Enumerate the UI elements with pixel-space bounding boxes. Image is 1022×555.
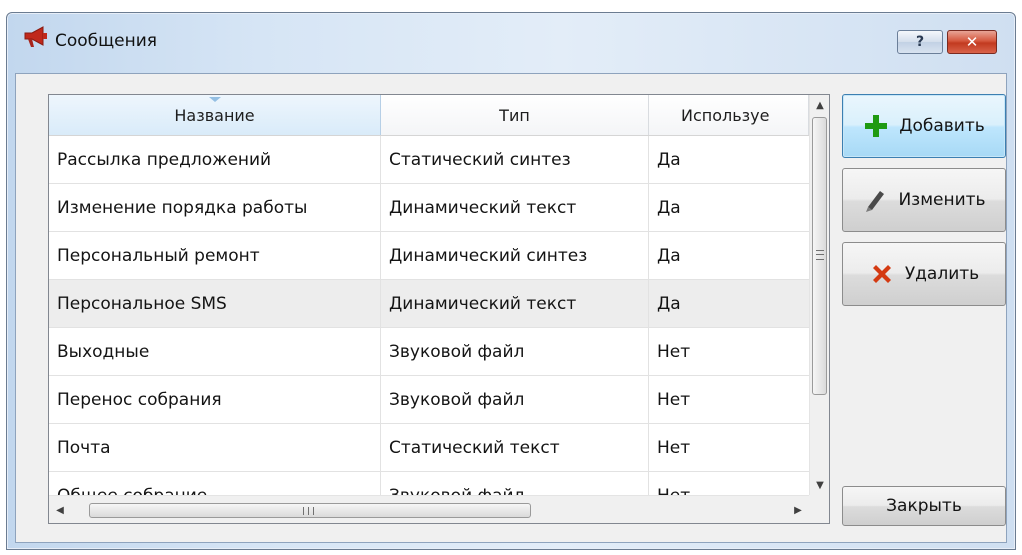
table-header: Название Тип Используе bbox=[49, 95, 809, 136]
messages-dialog: Сообщения ? ✕ Название Тип Используе Рас… bbox=[6, 12, 1016, 550]
scroll-left-arrow-icon[interactable]: ◀ bbox=[49, 496, 71, 523]
help-icon: ? bbox=[915, 34, 925, 50]
close-button-label: Закрыть bbox=[886, 496, 962, 516]
close-window-button[interactable]: ✕ bbox=[947, 30, 997, 54]
cell-name: Выходные bbox=[49, 328, 381, 375]
cell-type: Звуковой файл bbox=[381, 376, 649, 423]
help-button[interactable]: ? bbox=[897, 30, 943, 54]
scroll-grip-icon bbox=[303, 507, 314, 515]
table-row[interactable]: Перенос собрания Звуковой файл Нет bbox=[49, 376, 809, 424]
cell-type: Динамический текст bbox=[381, 280, 649, 327]
cell-name: Рассылка предложений bbox=[49, 136, 381, 183]
cell-used: Да bbox=[657, 149, 681, 170]
title-bar[interactable]: Сообщения ? ✕ bbox=[7, 13, 1015, 73]
megaphone-icon bbox=[24, 26, 47, 47]
delete-button-label: Удалить bbox=[904, 264, 980, 284]
cell-used: Да bbox=[657, 293, 681, 314]
messages-table[interactable]: Название Тип Используе Рассылка предложе… bbox=[48, 94, 830, 524]
cell-name: Персональный ремонт bbox=[49, 232, 381, 279]
cell-used: Да bbox=[657, 197, 681, 218]
scroll-down-arrow-icon[interactable]: ▼ bbox=[810, 475, 829, 495]
close-button[interactable]: Закрыть bbox=[842, 486, 1006, 526]
edit-button[interactable]: Изменить bbox=[842, 168, 1006, 232]
cell-used: Нет bbox=[657, 389, 691, 410]
cell-name: Почта bbox=[49, 424, 381, 471]
cell-used: Да bbox=[657, 245, 681, 266]
plus-icon bbox=[865, 115, 888, 137]
cell-type: Статический текст bbox=[381, 424, 649, 471]
table-body: Рассылка предложений Статический синтез … bbox=[49, 136, 809, 520]
column-header-label: Название bbox=[174, 105, 255, 125]
scroll-up-arrow-icon[interactable]: ▲ bbox=[810, 95, 829, 115]
cell-type: Динамический синтез bbox=[381, 232, 649, 279]
column-header-label: Используе bbox=[681, 105, 770, 125]
table-row[interactable]: Персональный ремонт Динамический синтез … bbox=[49, 232, 809, 280]
horizontal-scrollbar[interactable]: ◀ ▶ bbox=[49, 495, 809, 523]
column-header-label: Тип bbox=[499, 105, 530, 125]
cell-used: Нет bbox=[657, 341, 691, 362]
pencil-icon bbox=[866, 191, 885, 212]
cell-type: Статический синтез bbox=[381, 136, 649, 183]
cell-type: Динамический текст bbox=[381, 184, 649, 231]
table-row[interactable]: Выходные Звуковой файл Нет bbox=[49, 328, 809, 376]
add-button-label: Добавить bbox=[899, 116, 985, 136]
vertical-scrollbar[interactable]: ▲ ▼ bbox=[809, 95, 829, 495]
table-row[interactable]: Изменение порядка работы Динамический те… bbox=[49, 184, 809, 232]
horizontal-scroll-thumb[interactable] bbox=[89, 503, 531, 518]
window-title: Сообщения bbox=[55, 31, 158, 51]
cell-name: Персональное SMS bbox=[49, 280, 381, 327]
cell-name: Перенос собрания bbox=[49, 376, 381, 423]
scrollbar-corner bbox=[809, 495, 829, 523]
scroll-grip-icon bbox=[816, 250, 824, 260]
cell-name: Изменение порядка работы bbox=[49, 184, 381, 231]
close-icon: ✕ bbox=[965, 33, 979, 51]
delete-x-icon bbox=[872, 265, 891, 283]
edit-button-label: Изменить bbox=[898, 190, 986, 210]
delete-button[interactable]: Удалить bbox=[842, 242, 1006, 306]
column-header-used[interactable]: Используе bbox=[649, 95, 809, 135]
scroll-right-arrow-icon[interactable]: ▶ bbox=[787, 496, 809, 523]
column-header-name[interactable]: Название bbox=[49, 95, 381, 135]
cell-used: Нет bbox=[657, 437, 691, 458]
sort-indicator-icon bbox=[208, 97, 221, 102]
vertical-scroll-thumb[interactable] bbox=[812, 117, 827, 395]
table-row[interactable]: Персональное SMS Динамический текст Да bbox=[49, 280, 809, 328]
table-row[interactable]: Почта Статический текст Нет bbox=[49, 424, 809, 472]
dialog-body: Название Тип Используе Рассылка предложе… bbox=[15, 73, 1007, 543]
table-row[interactable]: Рассылка предложений Статический синтез … bbox=[49, 136, 809, 184]
add-button[interactable]: Добавить bbox=[842, 94, 1006, 158]
column-header-type[interactable]: Тип bbox=[381, 95, 649, 135]
cell-type: Звуковой файл bbox=[381, 328, 649, 375]
